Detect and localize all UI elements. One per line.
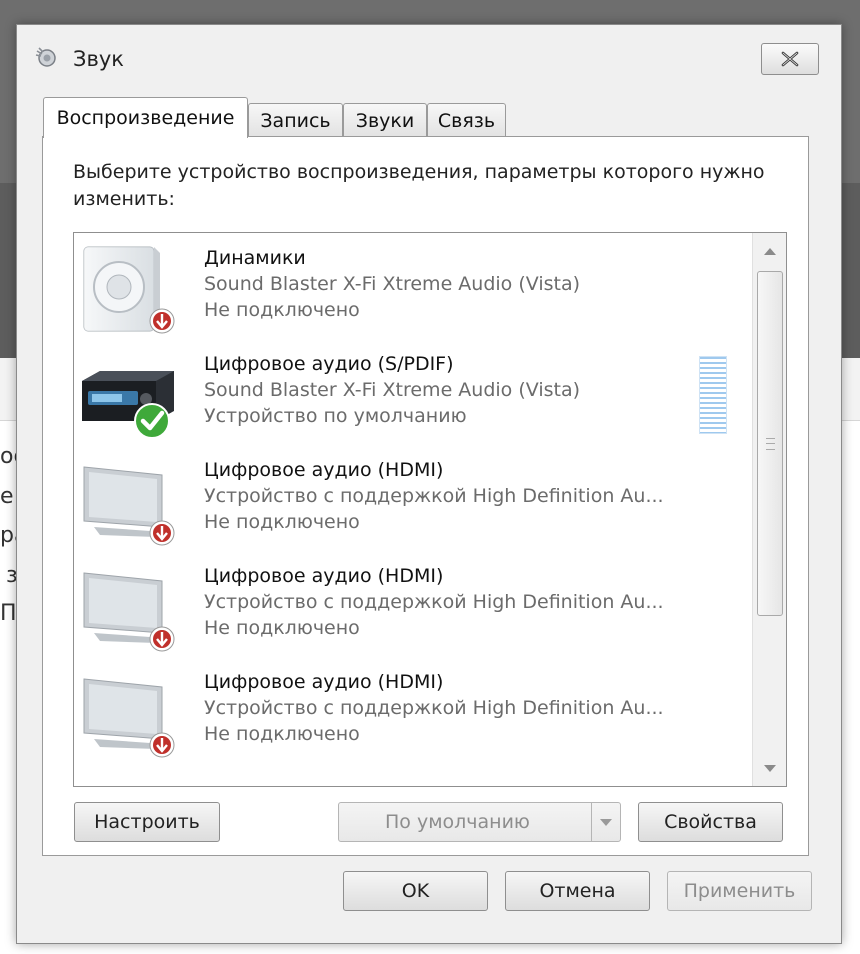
device-item-speakers[interactable]: Динамики Sound Blaster X-Fi Xtreme Audio… <box>74 233 749 339</box>
device-item-spdif[interactable]: Цифровое аудио (S/PDIF) Sound Blaster X-… <box>74 339 749 445</box>
playback-device-list[interactable]: Динамики Sound Blaster X-Fi Xtreme Audio… <box>73 232 787 787</box>
device-name: Динамики <box>204 247 306 269</box>
grip-icon <box>766 438 775 450</box>
default-check-icon <box>134 403 170 439</box>
tab-communications[interactable]: Связь <box>427 103 506 137</box>
device-status: Не подключено <box>204 617 360 639</box>
close-button[interactable] <box>761 43 819 75</box>
disconnected-badge-icon <box>149 626 175 652</box>
device-name: Цифровое аудио (S/PDIF) <box>204 353 454 375</box>
tab-recording[interactable]: Запись <box>248 103 343 137</box>
disconnected-badge-icon <box>149 732 175 758</box>
set-default-split-button[interactable]: По умолчанию <box>338 802 621 842</box>
sound-settings-icon <box>35 47 56 67</box>
device-description: Sound Blaster X-Fi Xtreme Audio (Vista) <box>204 273 581 295</box>
device-item-hdmi[interactable]: Цифровое аудио (HDMI) Устройство с подде… <box>74 551 749 657</box>
device-item-hdmi[interactable]: Цифровое аудио (HDMI) Устройство с подде… <box>74 445 749 551</box>
device-name: Цифровое аудио (HDMI) <box>204 565 444 587</box>
device-description: Устройство с поддержкой High Definition … <box>204 591 664 613</box>
ok-button[interactable]: OK <box>343 871 488 911</box>
speaker-icon <box>83 246 175 334</box>
chevron-down-icon <box>763 764 776 772</box>
device-item-hdmi[interactable]: Цифровое аудио (HDMI) Устройство с подде… <box>74 657 749 763</box>
scroll-up-button[interactable] <box>753 237 786 265</box>
configure-button[interactable]: Настроить <box>74 802 220 842</box>
background-text-fragment: е <box>0 484 14 509</box>
receiver-icon <box>82 371 174 439</box>
tab-playback[interactable]: Воспроизведение <box>43 97 248 138</box>
chevron-up-icon <box>763 247 776 255</box>
disconnected-badge-icon <box>149 520 175 546</box>
set-default-dropdown[interactable] <box>591 803 620 841</box>
chevron-down-icon <box>600 818 612 826</box>
device-status: Не подключено <box>204 723 360 745</box>
set-default-label: По умолчанию <box>385 811 530 833</box>
cancel-button[interactable]: Отмена <box>505 871 650 911</box>
sound-dialog: Звук Воспроизведение Запись Звуки Связь … <box>16 24 842 944</box>
device-description: Устройство с поддержкой High Definition … <box>204 697 664 719</box>
device-status: Не подключено <box>204 511 360 533</box>
tab-sounds[interactable]: Звуки <box>343 103 427 137</box>
instruction-text: Выберите устройство воспроизведения, пар… <box>73 161 765 210</box>
dialog-title: Звук <box>73 47 124 71</box>
monitor-icon <box>83 466 175 546</box>
device-status: Устройство по умолчанию <box>204 405 467 427</box>
monitor-icon <box>83 678 175 758</box>
device-description: Sound Blaster X-Fi Xtreme Audio (Vista) <box>204 379 581 401</box>
close-icon <box>781 51 799 67</box>
playback-tab-panel: Выберите устройство воспроизведения, пар… <box>42 136 809 856</box>
device-name: Цифровое аудио (HDMI) <box>204 459 444 481</box>
apply-button[interactable]: Применить <box>667 871 812 911</box>
disconnected-badge-icon <box>149 308 175 334</box>
monitor-icon <box>83 572 175 652</box>
scroll-down-button[interactable] <box>753 754 786 782</box>
device-name: Цифровое аудио (HDMI) <box>204 671 444 693</box>
title-bar[interactable]: Звук <box>17 25 841 85</box>
device-description: Устройство с поддержкой High Definition … <box>204 485 664 507</box>
scroll-thumb[interactable] <box>757 271 783 616</box>
device-list-scrollbar[interactable] <box>752 233 786 786</box>
properties-button[interactable]: Свойства <box>638 802 783 842</box>
volume-level-meter <box>699 356 727 434</box>
device-status: Не подключено <box>204 299 360 321</box>
